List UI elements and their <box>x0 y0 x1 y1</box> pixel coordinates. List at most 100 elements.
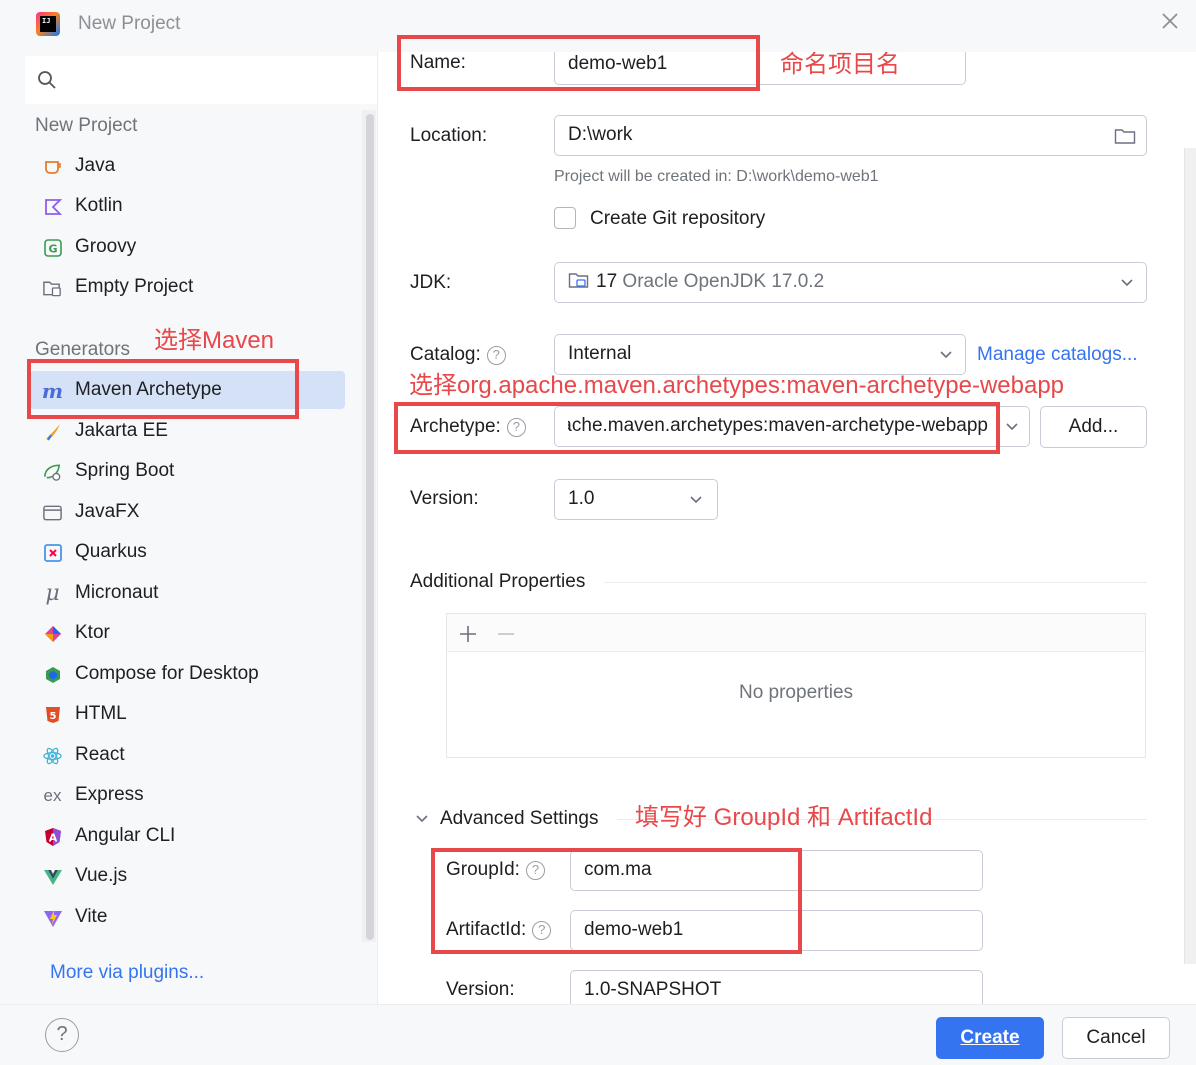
javafx-icon <box>42 502 63 523</box>
sidebar-item-label: Compose for Desktop <box>75 663 259 684</box>
settings-scrollbar[interactable] <box>1184 148 1196 964</box>
sidebar-item-html[interactable]: 5 HTML <box>30 695 345 733</box>
cancel-button[interactable]: Cancel <box>1062 1017 1170 1059</box>
spring-boot-icon <box>42 461 63 482</box>
help-button[interactable]: ? <box>45 1018 79 1052</box>
chevron-down-icon <box>1121 279 1133 287</box>
sidebar-item-label: Ktor <box>75 622 110 643</box>
version-label: Version: <box>410 488 479 509</box>
express-icon: ex <box>43 785 62 805</box>
svg-text:A: A <box>48 831 57 844</box>
search-input[interactable] <box>25 56 377 104</box>
location-hint: Project will be created in: D:\work\demo… <box>554 168 879 185</box>
properties-toolbar <box>447 614 1145 652</box>
sidebar-item-react[interactable]: React <box>30 736 345 774</box>
version-value: 1.0 <box>568 488 595 509</box>
chevron-down-icon <box>690 496 702 504</box>
sidebar-item-groovy[interactable]: G Groovy <box>30 228 345 266</box>
sidebar-item-ktor[interactable]: Ktor <box>30 614 345 652</box>
catalog-value: Internal <box>568 343 632 364</box>
html5-icon: 5 <box>42 704 63 725</box>
sidebar-item-label: Kotlin <box>75 195 123 216</box>
empty-project-icon <box>42 277 63 298</box>
window-title: New Project <box>78 13 181 34</box>
annotation-box-archetype <box>394 402 1000 454</box>
search-icon <box>38 71 56 89</box>
dialog-footer: ? Create Cancel <box>0 1004 1196 1065</box>
help-icon[interactable]: ? <box>486 346 506 365</box>
jdk-label: JDK: <box>410 272 452 293</box>
close-icon[interactable] <box>1158 10 1182 34</box>
sidebar-item-label: Vite <box>75 906 108 927</box>
jdk-name: Oracle OpenJDK 17.0.2 <box>622 271 825 292</box>
chevron-down-icon[interactable] <box>415 812 429 826</box>
annotation-box-name <box>397 35 760 91</box>
svg-text:G: G <box>48 242 57 255</box>
sidebar-item-compose-for-desktop[interactable]: Compose for Desktop <box>30 655 345 693</box>
advanced-version-label: Version: <box>446 979 515 1000</box>
sidebar-item-express[interactable]: ex Express <box>30 776 345 814</box>
jdk-dropdown[interactable]: 17 Oracle OpenJDK 17.0.2 <box>554 262 1147 303</box>
sidebar-item-java[interactable]: Java <box>30 147 345 185</box>
micronaut-icon: μ <box>45 581 60 606</box>
sidebar-item-angular-cli[interactable]: A Angular CLI <box>30 817 345 855</box>
compose-icon <box>42 664 63 685</box>
no-properties-text: No properties <box>738 682 854 703</box>
version-dropdown[interactable]: 1.0 <box>554 479 718 520</box>
divider <box>604 582 1147 583</box>
annotation-box-groupid-artifactid <box>431 848 802 954</box>
location-label: Location: <box>410 125 488 146</box>
sidebar-item-quarkus[interactable]: Quarkus <box>30 533 345 571</box>
section-generators: Generators <box>35 339 131 360</box>
sidebar-item-vite[interactable]: Vite <box>30 898 345 936</box>
annotation-group-note: 填写好 GroupId 和 ArtifactId <box>635 804 933 831</box>
sidebar-item-label: Jakarta EE <box>75 420 168 441</box>
manage-catalogs-link[interactable]: Manage catalogs... <box>977 344 1138 366</box>
jdk-version: 17 <box>596 271 618 292</box>
groovy-icon: G <box>42 237 63 258</box>
sidebar-item-label: Java <box>75 155 116 176</box>
sidebar-item-micronaut[interactable]: μ Micronaut <box>30 574 345 612</box>
add-archetype-button[interactable]: Add... <box>1040 406 1147 448</box>
sidebar-item-label: Express <box>75 784 144 805</box>
sidebar-item-label: HTML <box>75 703 127 724</box>
annotation-maven-note: 选择Maven <box>154 327 275 354</box>
sidebar-item-spring-boot[interactable]: Spring Boot <box>30 452 345 490</box>
java-cup-icon <box>42 156 63 177</box>
vue-icon <box>42 866 63 887</box>
advanced-version-field[interactable]: 1.0-SNAPSHOT <box>570 970 983 1004</box>
chevron-down-icon <box>940 351 952 359</box>
more-via-plugins-link[interactable]: More via plugins... <box>50 962 204 984</box>
sidebar-item-label: Groovy <box>75 236 137 257</box>
sidebar-item-label: JavaFX <box>75 501 140 522</box>
add-icon[interactable] <box>458 624 478 644</box>
location-field[interactable]: D:\work <box>554 115 1147 156</box>
ktor-icon <box>42 623 63 644</box>
sidebar-item-empty-project[interactable]: Empty Project <box>30 268 345 306</box>
create-git-label: Create Git repository <box>590 208 766 229</box>
catalog-label: Catalog:? <box>410 344 506 366</box>
sidebar-item-vuejs[interactable]: Vue.js <box>30 857 345 895</box>
sidebar-item-label: Micronaut <box>75 582 159 603</box>
additional-properties-heading: Additional Properties <box>410 571 586 592</box>
chevron-down-icon <box>1006 423 1018 431</box>
sidebar-scrollbar-thumb[interactable] <box>366 114 374 940</box>
sidebar-item-javafx[interactable]: JavaFX <box>30 493 345 531</box>
annotation-name-note: 命名项目名 <box>780 51 900 78</box>
annotation-box-maven <box>27 359 299 419</box>
advanced-settings-toggle[interactable]: Advanced Settings <box>440 808 598 830</box>
jakarta-ee-icon <box>42 421 63 442</box>
sidebar-item-label: React <box>75 744 125 765</box>
location-value: D:\work <box>568 124 633 145</box>
create-button[interactable]: Create <box>936 1017 1044 1059</box>
sidebar-item-label: Vue.js <box>75 865 128 886</box>
sidebar-item-kotlin[interactable]: Kotlin <box>30 187 345 225</box>
sidebar-item-label: Quarkus <box>75 541 147 562</box>
kotlin-icon <box>42 196 63 217</box>
react-icon <box>42 745 63 766</box>
vite-icon <box>42 907 63 928</box>
create-git-checkbox[interactable] <box>554 207 576 229</box>
remove-icon[interactable] <box>496 624 516 644</box>
folder-icon[interactable] <box>1114 127 1136 145</box>
intellij-idea-icon: IJ <box>36 12 60 36</box>
